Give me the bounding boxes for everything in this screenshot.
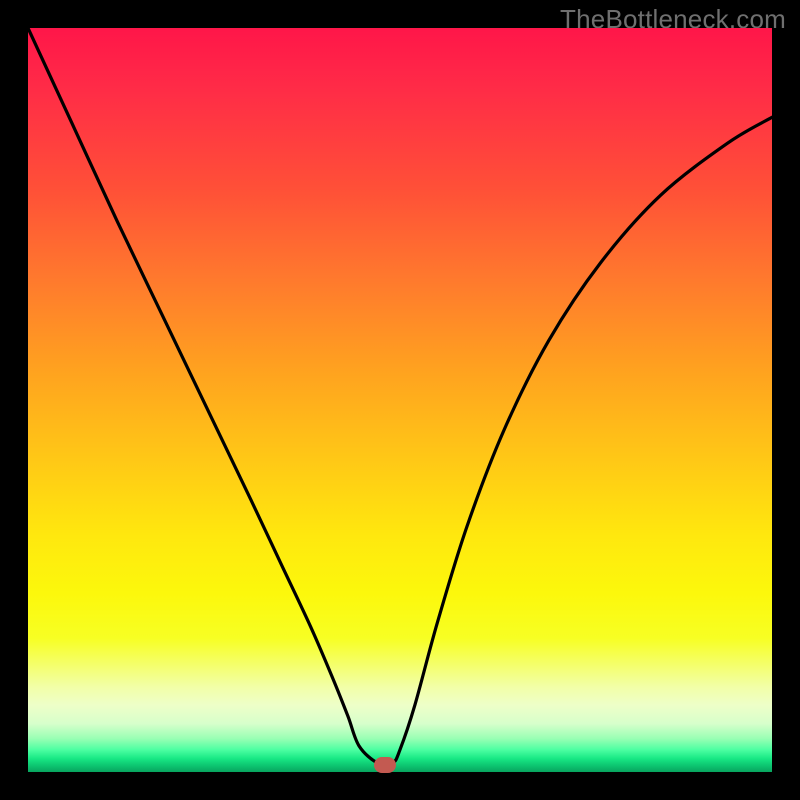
plot-area <box>28 28 772 772</box>
optimal-point-marker <box>374 757 396 773</box>
chart-frame: TheBottleneck.com <box>0 0 800 800</box>
gradient-background <box>28 28 772 772</box>
